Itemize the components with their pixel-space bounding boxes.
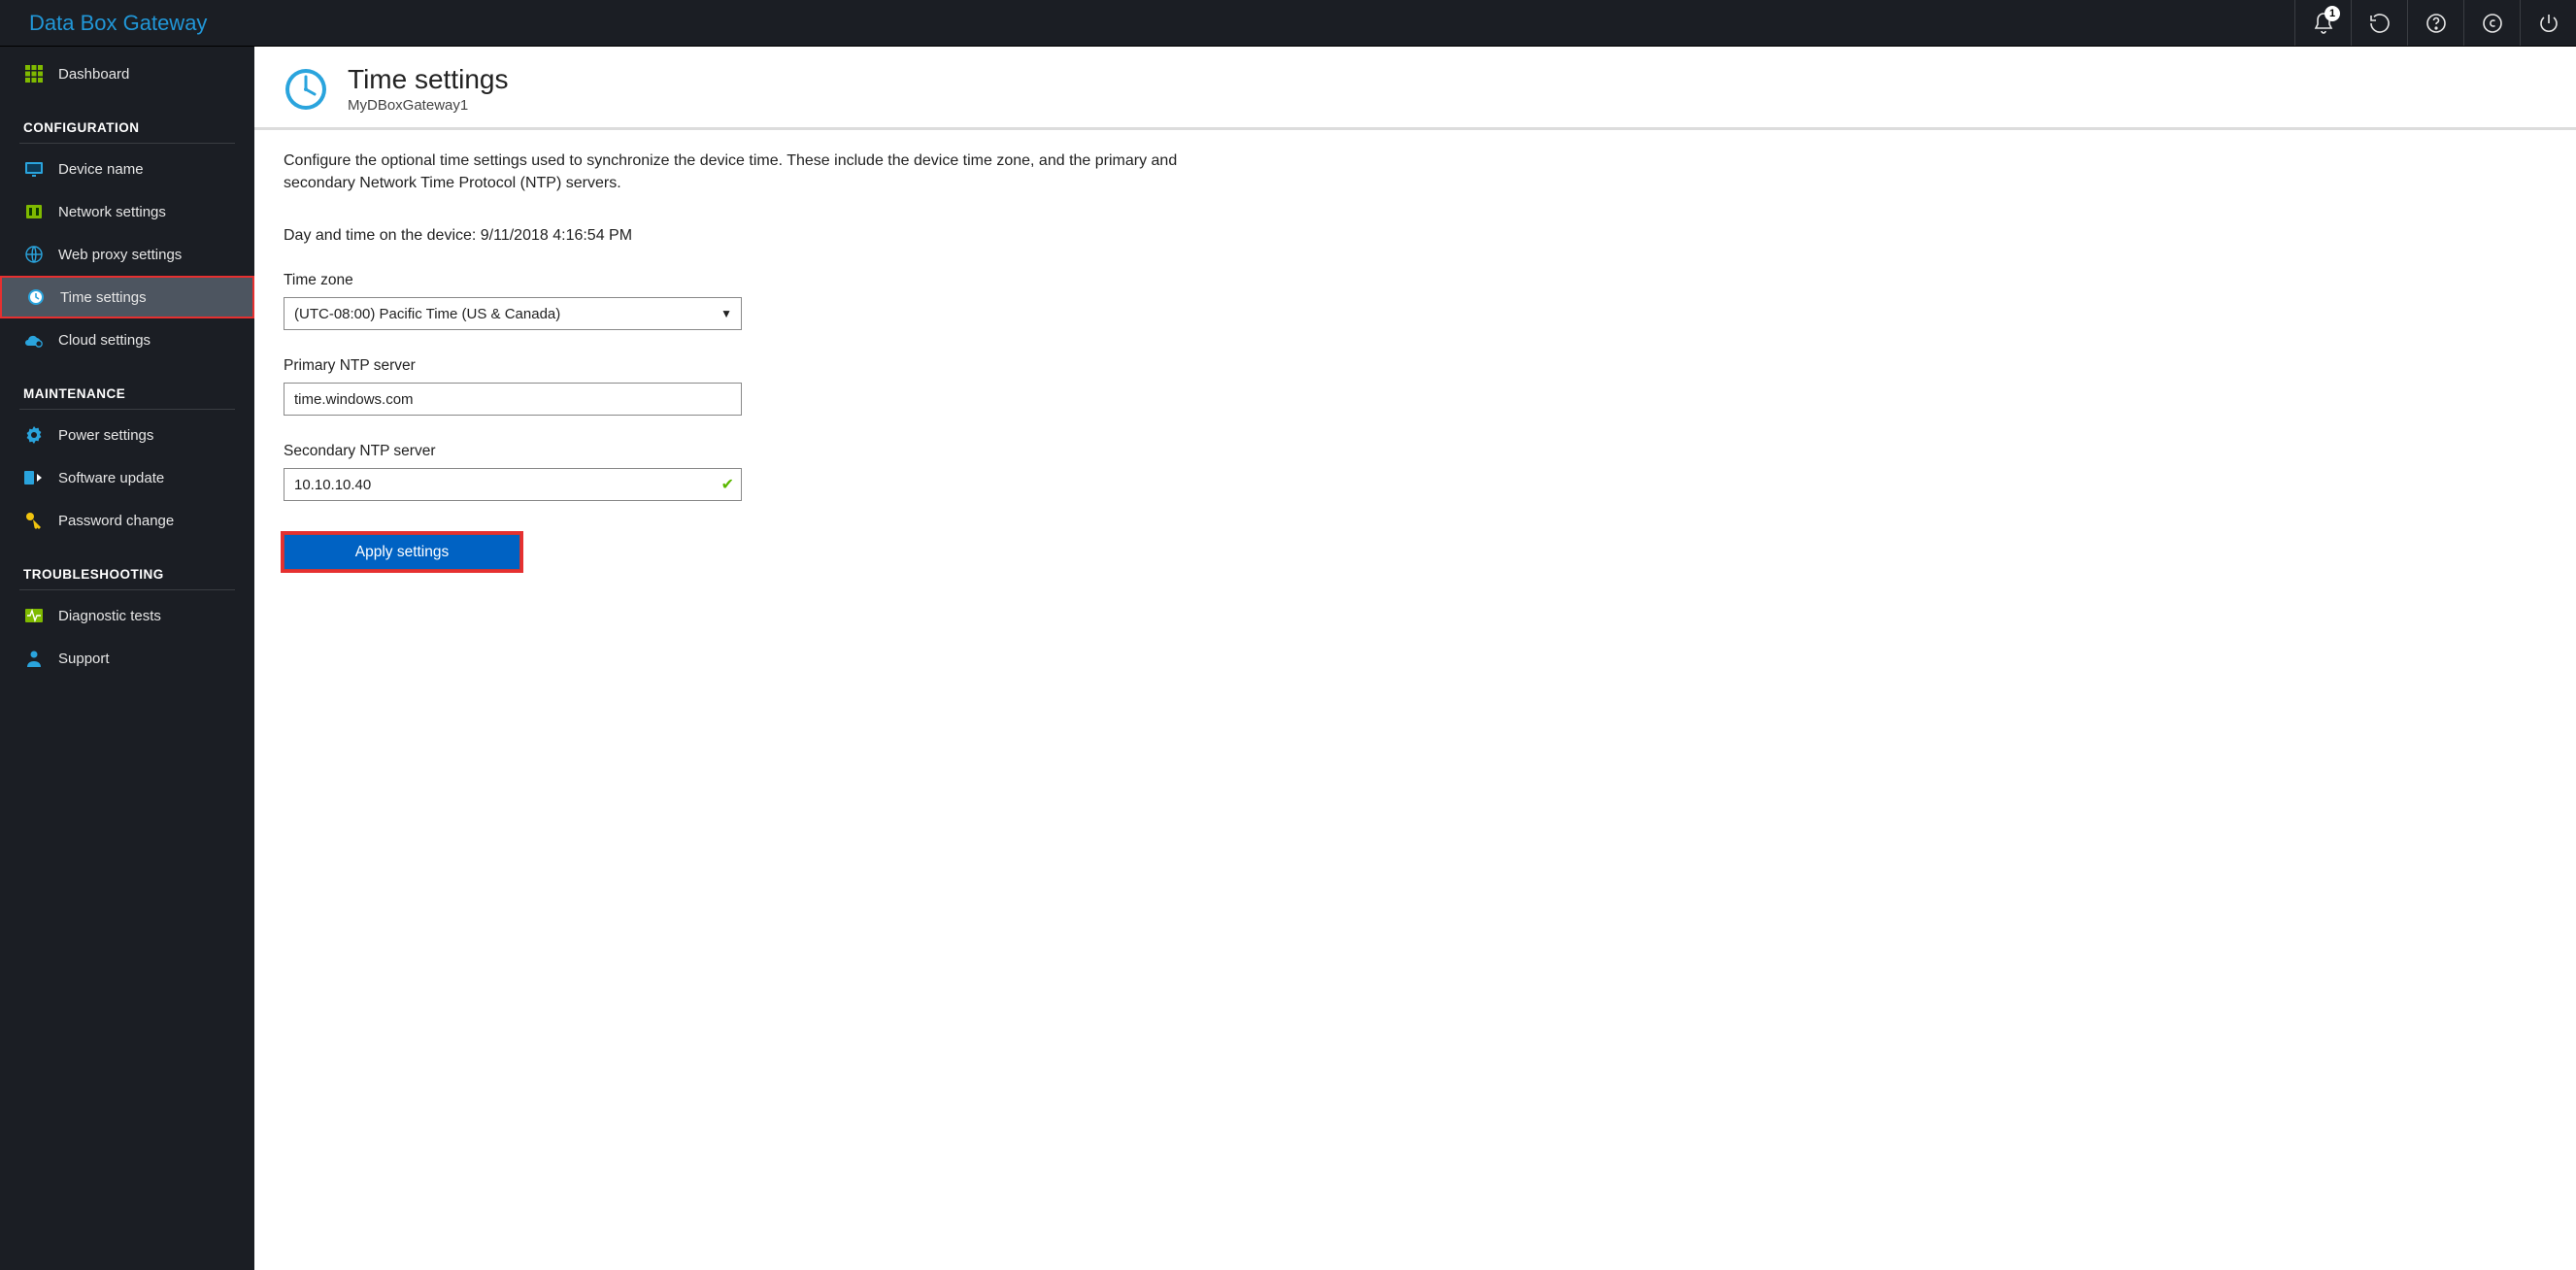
timezone-label: Time zone xyxy=(284,272,1196,289)
power-button[interactable] xyxy=(2520,0,2576,46)
sidebar-item-dashboard[interactable]: Dashboard xyxy=(0,52,254,95)
field-primary-ntp: Primary NTP server xyxy=(284,357,1196,416)
sidebar-item-label: Cloud settings xyxy=(58,332,151,349)
help-icon xyxy=(2425,12,2448,35)
page-title: Time settings xyxy=(348,64,508,95)
main-header: Time settings MyDBoxGateway1 xyxy=(254,47,2576,130)
sidebar-item-time-settings[interactable]: Time settings xyxy=(0,276,254,318)
sidebar-section-configuration: CONFIGURATION xyxy=(0,95,254,143)
copyright-icon xyxy=(2481,12,2504,35)
refresh-icon xyxy=(2368,12,2392,35)
dashboard-icon xyxy=(23,63,45,84)
key-icon xyxy=(23,510,45,531)
primary-ntp-input[interactable] xyxy=(284,383,742,416)
network-icon xyxy=(23,201,45,222)
clock-icon xyxy=(25,286,47,308)
notifications-button[interactable]: 1 xyxy=(2294,0,2351,46)
sidebar-divider xyxy=(19,589,235,590)
app-title: Data Box Gateway xyxy=(29,11,207,36)
field-timezone: Time zone (UTC-08:00) Pacific Time (US &… xyxy=(284,272,1196,330)
sidebar-section-maintenance: MAINTENANCE xyxy=(0,361,254,409)
sidebar-item-network-settings[interactable]: Network settings xyxy=(0,190,254,233)
copyright-button[interactable] xyxy=(2463,0,2520,46)
sidebar-item-label: Power settings xyxy=(58,427,153,444)
sidebar: Dashboard CONFIGURATION Device name Netw… xyxy=(0,47,254,1270)
sidebar-divider xyxy=(19,143,235,144)
sidebar-divider xyxy=(19,409,235,410)
gear-icon xyxy=(23,424,45,446)
sidebar-item-label: Password change xyxy=(58,513,174,529)
monitor-icon xyxy=(23,158,45,180)
secondary-ntp-label: Secondary NTP server xyxy=(284,443,1196,460)
sidebar-item-password-change[interactable]: Password change xyxy=(0,499,254,542)
secondary-ntp-input[interactable] xyxy=(284,468,742,501)
sidebar-item-software-update[interactable]: Software update xyxy=(0,456,254,499)
globe-icon xyxy=(23,244,45,265)
sidebar-item-label: Device name xyxy=(58,161,144,178)
sidebar-section-troubleshooting: TROUBLESHOOTING xyxy=(0,542,254,589)
sidebar-item-cloud-settings[interactable]: Cloud settings xyxy=(0,318,254,361)
page-header-icon xyxy=(284,67,328,112)
top-bar: Data Box Gateway 1 xyxy=(0,0,2576,47)
apply-settings-button[interactable]: Apply settings xyxy=(284,534,520,570)
primary-ntp-label: Primary NTP server xyxy=(284,357,1196,375)
main-body: Configure the optional time settings use… xyxy=(254,130,1225,609)
page-description: Configure the optional time settings use… xyxy=(284,150,1196,194)
sidebar-item-web-proxy-settings[interactable]: Web proxy settings xyxy=(0,233,254,276)
help-button[interactable] xyxy=(2407,0,2463,46)
refresh-button[interactable] xyxy=(2351,0,2407,46)
sidebar-item-diagnostic-tests[interactable]: Diagnostic tests xyxy=(0,594,254,637)
cloud-gear-icon xyxy=(23,329,45,351)
sidebar-item-label: Network settings xyxy=(58,204,166,220)
sidebar-item-label: Diagnostic tests xyxy=(58,608,161,624)
device-time-label: Day and time on the device: 9/11/2018 4:… xyxy=(284,227,1196,245)
field-secondary-ntp: Secondary NTP server ✔ xyxy=(284,443,1196,501)
sidebar-item-label: Software update xyxy=(58,470,164,486)
sidebar-item-device-name[interactable]: Device name xyxy=(0,148,254,190)
sidebar-item-label: Dashboard xyxy=(58,66,129,83)
sidebar-item-support[interactable]: Support xyxy=(0,637,254,680)
timezone-select[interactable]: (UTC-08:00) Pacific Time (US & Canada) xyxy=(284,297,742,330)
power-icon xyxy=(2537,12,2560,35)
notifications-badge: 1 xyxy=(2325,6,2340,21)
sidebar-item-power-settings[interactable]: Power settings xyxy=(0,414,254,456)
update-icon xyxy=(23,467,45,488)
sidebar-item-label: Web proxy settings xyxy=(58,247,182,263)
main-content: Time settings MyDBoxGateway1 Configure t… xyxy=(254,47,2576,1270)
sidebar-item-label: Time settings xyxy=(60,289,147,306)
pulse-icon xyxy=(23,605,45,626)
page-subtitle: MyDBoxGateway1 xyxy=(348,97,508,114)
sidebar-item-label: Support xyxy=(58,651,110,667)
person-icon xyxy=(23,648,45,669)
topbar-actions: 1 xyxy=(2294,0,2576,46)
